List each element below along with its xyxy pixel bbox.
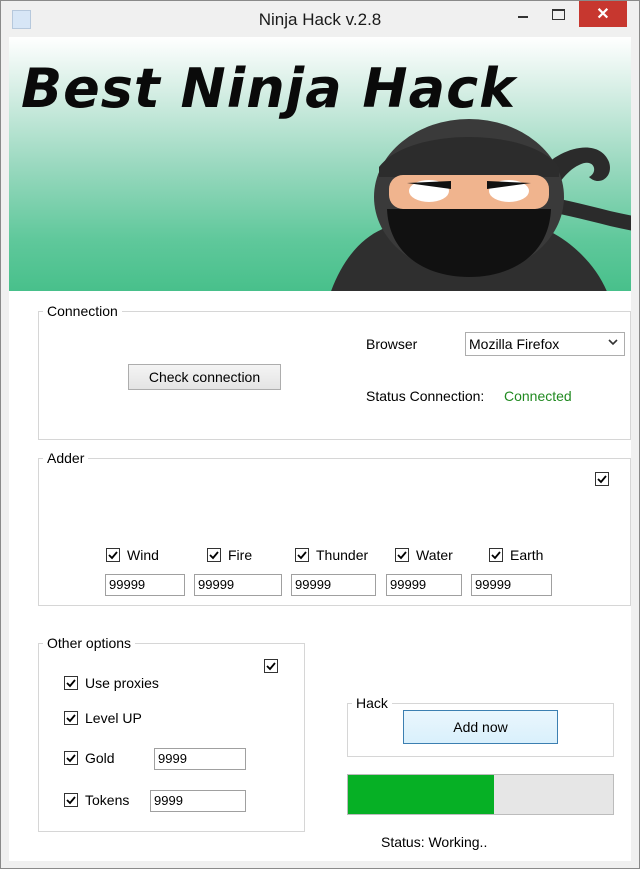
status-connection-value: Connected [504,388,572,404]
earth-label: Earth [510,547,544,563]
thunder-label: Thunder [316,547,369,563]
tokens-input[interactable]: 9999 [150,790,246,812]
maximize-button[interactable] [541,1,575,27]
thunder-input[interactable]: 99999 [291,574,376,596]
use-proxies-label: Use proxies [85,675,159,691]
hack-legend: Hack [356,695,388,711]
title-bar[interactable]: Ninja Hack v.2.8 ✕ [1,1,639,37]
water-input[interactable]: 99999 [386,574,462,596]
tokens-label: Tokens [85,792,130,808]
close-button[interactable]: ✕ [579,1,627,27]
browser-select[interactable]: Mozilla Firefox [465,332,625,356]
ninja-mascot-image [331,119,631,291]
gold-checkbox[interactable] [64,751,78,765]
connection-group: Connection [38,303,631,440]
app-window: Ninja Hack v.2.8 ✕ Best Ninja Hack Conne… [0,0,640,869]
use-proxies-checkbox[interactable] [64,676,78,690]
progress-bar [347,774,614,815]
earth-input[interactable]: 99999 [471,574,552,596]
chevron-down-icon [607,336,619,351]
fire-label: Fire [228,547,253,563]
gold-label: Gold [85,750,115,766]
connection-legend: Connection [47,303,118,319]
status-connection-label: Status Connection: [366,388,485,404]
browser-label: Browser [366,336,418,352]
add-now-button[interactable]: Add now [403,710,558,744]
tokens-checkbox[interactable] [64,793,78,807]
fire-checkbox[interactable] [207,548,221,562]
banner: Best Ninja Hack [9,37,631,291]
thunder-checkbox[interactable] [295,548,309,562]
status-text: Status: Working.. [381,834,488,850]
check-connection-button[interactable]: Check connection [128,364,281,390]
options-master-checkbox[interactable] [264,659,278,673]
level-up-checkbox[interactable] [64,711,78,725]
adder-master-checkbox[interactable] [595,472,609,486]
water-label: Water [416,547,453,563]
gold-input[interactable]: 9999 [154,748,246,770]
minimize-button[interactable] [509,1,537,27]
level-up-label: Level UP [85,710,142,726]
maximize-icon [551,8,565,20]
banner-title: Best Ninja Hack [21,57,516,120]
fire-input[interactable]: 99999 [194,574,282,596]
progress-bar-fill [348,775,494,814]
wind-checkbox[interactable] [106,548,120,562]
main-panel: Connection Check connection Browser Mozi… [9,291,631,861]
other-options-legend: Other options [47,635,132,651]
water-checkbox[interactable] [395,548,409,562]
browser-select-value: Mozilla Firefox [469,336,560,352]
minimize-icon [518,16,528,18]
adder-legend: Adder [47,450,85,466]
close-icon: ✕ [596,6,610,23]
wind-label: Wind [127,547,159,563]
earth-checkbox[interactable] [489,548,503,562]
wind-input[interactable]: 99999 [105,574,185,596]
